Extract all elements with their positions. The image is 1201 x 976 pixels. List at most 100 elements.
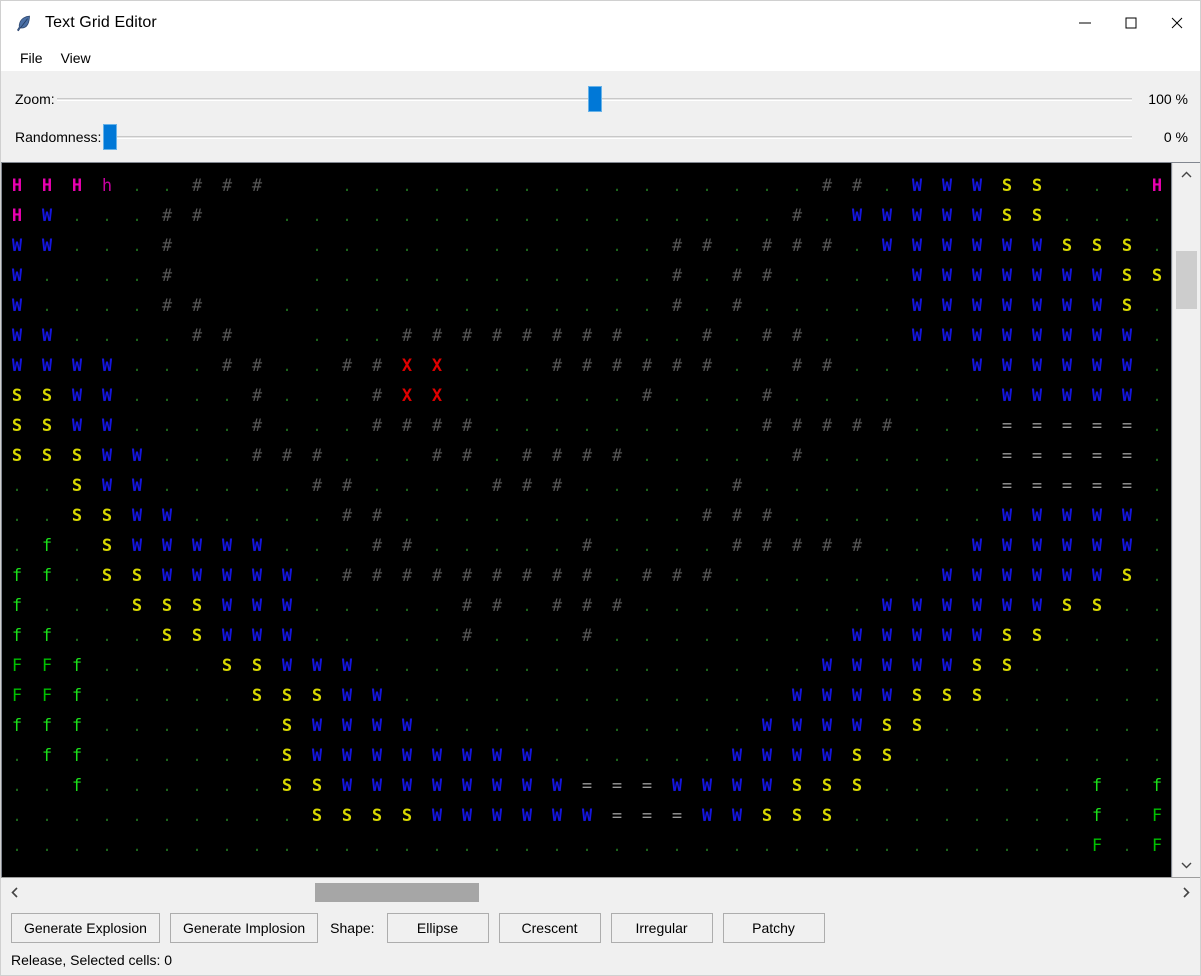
grid-cell[interactable]: .: [182, 651, 212, 681]
grid-cell[interactable]: .: [932, 771, 962, 801]
grid-cell[interactable]: .: [1082, 711, 1112, 741]
grid-cell[interactable]: W: [242, 621, 272, 651]
grid-cell[interactable]: .: [2, 801, 32, 831]
grid-cell[interactable]: .: [722, 381, 752, 411]
grid-cell[interactable]: .: [662, 411, 692, 441]
grid-cell[interactable]: #: [812, 351, 842, 381]
grid-cell[interactable]: .: [92, 831, 122, 861]
grid-cell[interactable]: .: [572, 471, 602, 501]
grid-cell[interactable]: .: [842, 163, 872, 171]
grid-cell[interactable]: S: [812, 801, 842, 831]
grid-cell[interactable]: .: [512, 681, 542, 711]
grid-cell[interactable]: .: [692, 591, 722, 621]
grid-cell[interactable]: .: [872, 321, 902, 351]
grid-cell[interactable]: .: [122, 711, 152, 741]
grid-cell[interactable]: [302, 171, 332, 201]
grid-cell[interactable]: .: [452, 831, 482, 861]
grid-cell[interactable]: .: [512, 591, 542, 621]
grid-cell[interactable]: W: [482, 801, 512, 831]
grid-cell[interactable]: W: [992, 561, 1022, 591]
grid-cell[interactable]: .: [122, 351, 152, 381]
grid-cell[interactable]: .: [992, 711, 1022, 741]
grid-cell[interactable]: #: [722, 501, 752, 531]
grid-cell[interactable]: .: [62, 621, 92, 651]
grid-cell[interactable]: .: [812, 591, 842, 621]
grid-cell[interactable]: W: [122, 441, 152, 471]
minimize-button[interactable]: [1062, 1, 1108, 45]
grid-cell[interactable]: #: [542, 321, 572, 351]
grid-cell[interactable]: .: [662, 321, 692, 351]
grid-cell[interactable]: .: [62, 321, 92, 351]
grid-cell[interactable]: #: [392, 411, 422, 441]
grid-cell[interactable]: .: [362, 231, 392, 261]
grid-cell[interactable]: W: [1082, 531, 1112, 561]
grid-cell[interactable]: #: [842, 171, 872, 201]
grid-cell[interactable]: .: [512, 163, 542, 171]
grid-cell[interactable]: W: [1052, 261, 1082, 291]
grid-cell[interactable]: .: [932, 471, 962, 501]
grid-cell[interactable]: .: [392, 171, 422, 201]
grid-cell[interactable]: .: [662, 471, 692, 501]
grid-cell[interactable]: W: [962, 163, 992, 171]
grid-cell[interactable]: .: [272, 501, 302, 531]
grid-cell[interactable]: .: [662, 591, 692, 621]
grid-cell[interactable]: W: [962, 591, 992, 621]
grid-cell[interactable]: .: [242, 471, 272, 501]
grid-cell[interactable]: W: [512, 771, 542, 801]
grid-cell[interactable]: .: [542, 163, 572, 171]
grid-cell[interactable]: .: [482, 291, 512, 321]
grid-cell[interactable]: #: [392, 321, 422, 351]
grid-cell[interactable]: S: [1082, 591, 1112, 621]
grid-cell[interactable]: .: [872, 801, 902, 831]
grid-cell[interactable]: .: [902, 561, 932, 591]
grid-cell[interactable]: #: [632, 561, 662, 591]
grid-cell[interactable]: .: [242, 801, 272, 831]
grid-cell[interactable]: W: [2, 351, 32, 381]
grid-cell[interactable]: .: [962, 381, 992, 411]
grid-row[interactable]: f... S S S W W W..... # #. # # #........ W W W W W W S S..: [2, 591, 1171, 621]
grid-cell[interactable]: W: [842, 201, 872, 231]
grid-cell[interactable]: .: [182, 351, 212, 381]
grid-cell[interactable]: .: [572, 381, 602, 411]
grid-cell[interactable]: .: [32, 471, 62, 501]
grid-cell[interactable]: S: [62, 441, 92, 471]
grid-cell[interactable]: H: [1112, 163, 1142, 171]
grid-cell[interactable]: .: [482, 411, 512, 441]
grid-cell[interactable]: .: [572, 171, 602, 201]
grid-cell[interactable]: W: [992, 531, 1022, 561]
grid-cell[interactable]: #: [662, 261, 692, 291]
grid-cell[interactable]: W: [512, 801, 542, 831]
grid-cell[interactable]: .: [512, 261, 542, 291]
grid-cell[interactable]: .: [122, 201, 152, 231]
grid-cell[interactable]: W: [932, 561, 962, 591]
grid-cell[interactable]: .: [152, 681, 182, 711]
horizontal-scrollbar[interactable]: [1, 877, 1200, 907]
grid-cell[interactable]: .: [1052, 201, 1082, 231]
grid-cell[interactable]: =: [1082, 441, 1112, 471]
grid-row[interactable]: W W W W... # #.. # # X X... # # # # # #.. # #.... W W W W W W.: [2, 351, 1171, 381]
grid-cell[interactable]: [182, 261, 212, 291]
grid-cell[interactable]: W: [212, 591, 242, 621]
grid-cell[interactable]: .: [302, 261, 332, 291]
grid-cell[interactable]: .: [692, 471, 722, 501]
grid-cell[interactable]: .: [782, 291, 812, 321]
grid-cell[interactable]: .: [422, 621, 452, 651]
grid-cell[interactable]: W: [362, 681, 392, 711]
grid-cell[interactable]: .: [1022, 771, 1052, 801]
grid-cell[interactable]: W: [452, 741, 482, 771]
grid-cell[interactable]: W: [1022, 261, 1052, 291]
grid-cell[interactable]: .: [452, 231, 482, 261]
grid-cell[interactable]: W: [152, 501, 182, 531]
grid-cell[interactable]: #: [572, 441, 602, 471]
grid-cell[interactable]: S: [302, 801, 332, 831]
grid-cell[interactable]: .: [452, 163, 482, 171]
grid-cell[interactable]: .: [272, 531, 302, 561]
grid-cell[interactable]: .: [92, 201, 122, 231]
grid-cell[interactable]: .: [812, 501, 842, 531]
grid-cell[interactable]: .: [632, 651, 662, 681]
grid-cell[interactable]: .: [1142, 441, 1171, 471]
grid-cell[interactable]: X: [422, 381, 452, 411]
grid-cell[interactable]: .: [332, 291, 362, 321]
grid-cell[interactable]: .: [122, 321, 152, 351]
grid-cell[interactable]: S: [302, 681, 332, 711]
